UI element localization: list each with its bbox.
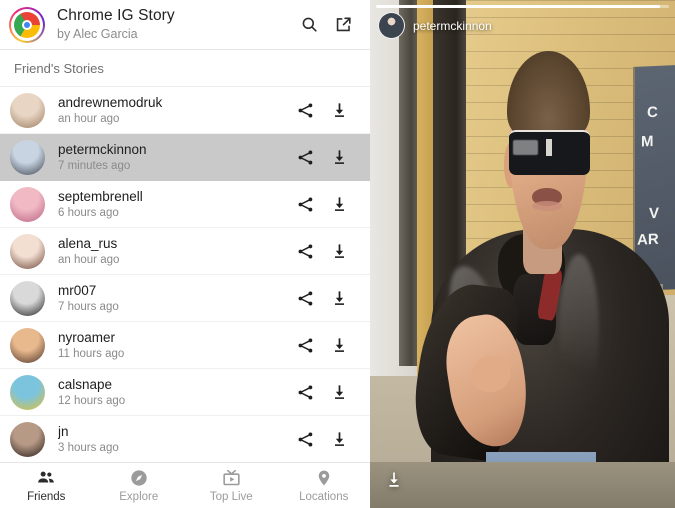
- story-meta: alena_rusan hour ago: [58, 236, 288, 267]
- avatar: [10, 186, 45, 222]
- avatar: [10, 139, 45, 175]
- story-list-item[interactable]: andrewnemodruk an hour ago: [0, 87, 370, 134]
- bottom-navigation[interactable]: Friends Explore Top Live Locations: [0, 462, 370, 508]
- story-meta: andrewnemodruk an hour ago: [58, 95, 288, 126]
- sign-line-1: C: [647, 103, 659, 122]
- story-meta: septembrenell 6 hours ago: [58, 189, 288, 220]
- nav-tab-top-live[interactable]: Top Live: [185, 463, 278, 508]
- story-avatar: [378, 12, 405, 39]
- download-icon[interactable]: [322, 187, 356, 221]
- download-icon[interactable]: [322, 328, 356, 362]
- download-icon[interactable]: [382, 468, 406, 492]
- nav-tab-explore[interactable]: Explore: [93, 463, 186, 508]
- pin-icon: [315, 468, 333, 488]
- tv-icon: [221, 468, 242, 488]
- story-meta: petermckinnon 7 minutes ago: [58, 142, 288, 173]
- share-icon[interactable]: [288, 375, 322, 409]
- download-icon[interactable]: [322, 234, 356, 268]
- story-meta: jn 3 hours ago: [58, 424, 288, 455]
- download-icon[interactable]: [322, 93, 356, 127]
- story-timestamp: 7 minutes ago: [58, 159, 131, 172]
- story-meta: nyroamer 11 hours ago: [58, 330, 288, 361]
- sign-line-2: M: [641, 133, 654, 151]
- story-list-item[interactable]: mr007 7 hours ago: [0, 275, 370, 322]
- sign-line-4: AR: [637, 231, 660, 250]
- share-icon[interactable]: [288, 140, 322, 174]
- story-username: nyroamer: [58, 329, 116, 345]
- story-media: C M V AR: [370, 0, 675, 508]
- section-header: Friend's Stories: [0, 50, 370, 87]
- sign-line-3: V: [649, 204, 660, 222]
- story-timestamp: 6 hours ago: [58, 206, 119, 219]
- story-username: calsnape: [58, 376, 113, 392]
- nav-tab-label: Locations: [299, 491, 349, 503]
- extension-panel: Chrome IG Story by Alec Garcia Friend's …: [0, 0, 370, 508]
- story-username: jn: [58, 423, 69, 439]
- story-username: mr007: [58, 282, 97, 298]
- people-icon: [36, 468, 56, 488]
- share-icon[interactable]: [288, 93, 322, 127]
- panel-header: Chrome IG Story by Alec Garcia: [0, 0, 370, 50]
- compass-icon: [129, 468, 149, 488]
- page-title: Chrome IG Story: [57, 7, 175, 24]
- share-icon[interactable]: [288, 187, 322, 221]
- story-list-item[interactable]: nyroamer 11 hours ago: [0, 322, 370, 369]
- download-icon[interactable]: [322, 375, 356, 409]
- story-timestamp: 3 hours ago: [58, 441, 119, 454]
- story-viewer[interactable]: C M V AR petermckinnon: [370, 0, 675, 508]
- nav-tab-friends[interactable]: Friends: [0, 463, 93, 508]
- avatar: [10, 327, 45, 363]
- story-timestamp: 12 hours ago: [58, 394, 126, 407]
- download-icon[interactable]: [322, 140, 356, 174]
- search-icon[interactable]: [294, 10, 324, 40]
- story-meta: calsnape 12 hours ago: [58, 377, 288, 408]
- story-progress-fill: [376, 5, 661, 8]
- story-username: septembrenell: [58, 188, 143, 204]
- story-user[interactable]: petermckinnon: [378, 12, 492, 39]
- download-icon[interactable]: [322, 422, 356, 456]
- avatar: [10, 280, 45, 316]
- page-subtitle: by Alec Garcia: [57, 27, 138, 41]
- nav-tab-label: Top Live: [209, 491, 253, 503]
- story-list-item[interactable]: alena_rusan hour ago: [0, 228, 370, 275]
- download-icon[interactable]: [322, 281, 356, 315]
- story-progress-bar[interactable]: [376, 5, 669, 8]
- story-list-item[interactable]: petermckinnon 7 minutes ago: [0, 134, 370, 181]
- share-icon[interactable]: [288, 422, 322, 456]
- avatar: [10, 421, 45, 457]
- story-username: petermckinnon: [413, 18, 492, 33]
- story-username: alena_rus: [58, 235, 118, 251]
- open-in-new-icon[interactable]: [328, 10, 358, 40]
- story-list-item[interactable]: septembrenell 6 hours ago: [0, 181, 370, 228]
- share-icon[interactable]: [288, 281, 322, 315]
- header-text-group: Chrome IG Story by Alec Garcia: [57, 7, 290, 42]
- app-window: Chrome IG Story by Alec Garcia Friend's …: [0, 0, 675, 508]
- story-meta: mr007 7 hours ago: [58, 283, 288, 314]
- nav-tab-label: Friends: [27, 491, 66, 503]
- story-list-item[interactable]: jn 3 hours ago: [0, 416, 370, 462]
- nav-tab-locations[interactable]: Locations: [278, 463, 371, 508]
- story-timestamp: an hour ago: [58, 112, 120, 125]
- avatar: [10, 374, 45, 410]
- story-list[interactable]: andrewnemodruk an hour ago petermckinnon 7 …: [0, 87, 370, 462]
- story-timestamp: an hour ago: [58, 253, 120, 266]
- story-username: petermckinnon: [58, 141, 147, 157]
- avatar: [10, 92, 45, 128]
- chrome-ig-logo-icon: [9, 6, 45, 43]
- share-icon[interactable]: [288, 328, 322, 362]
- share-icon[interactable]: [288, 234, 322, 268]
- avatar: [10, 233, 45, 269]
- story-list-item[interactable]: calsnape 12 hours ago: [0, 369, 370, 416]
- story-timestamp: 7 hours ago: [58, 300, 119, 313]
- story-timestamp: 11 hours ago: [58, 347, 125, 360]
- story-username: andrewnemodruk: [58, 94, 163, 110]
- nav-tab-label: Explore: [119, 491, 159, 503]
